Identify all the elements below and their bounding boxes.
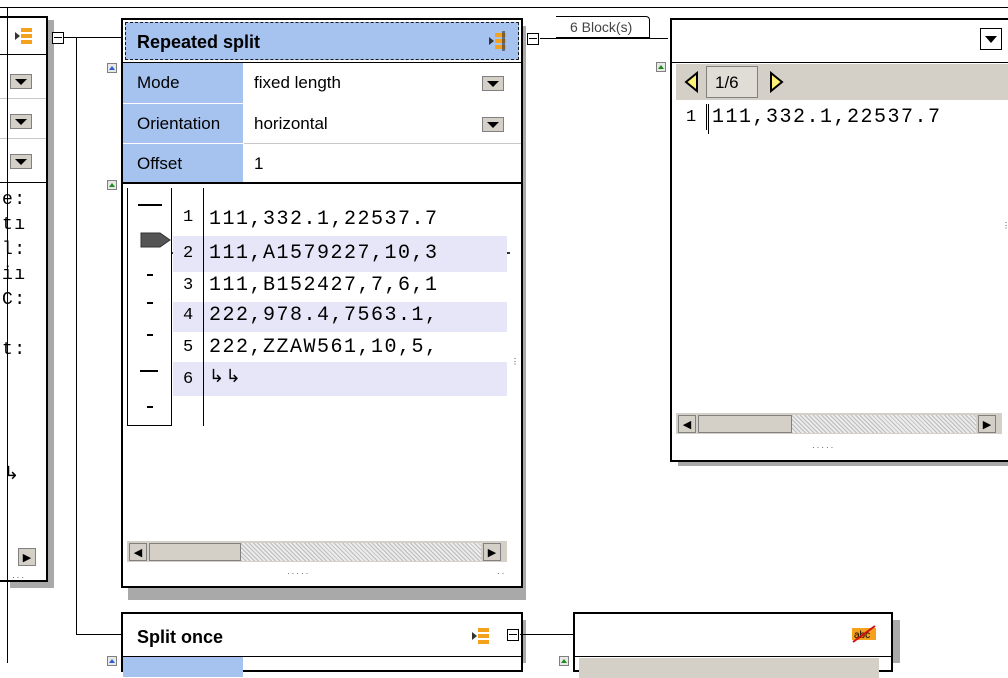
orientation-select[interactable]: horizontal xyxy=(244,104,521,143)
block-count-label: 6 Block(s) xyxy=(570,19,633,35)
split-icon[interactable] xyxy=(488,31,508,56)
scroll-thumb[interactable] xyxy=(698,415,792,433)
vertical-resize-dots[interactable]: ⋮ xyxy=(1002,222,1008,230)
resize-handle[interactable]: ··· xyxy=(12,574,26,582)
text-row: 3 111,B152427,7,6,1 xyxy=(173,272,507,300)
scroll-track[interactable] xyxy=(241,543,481,561)
mode-label: Mode xyxy=(137,73,180,92)
horizontal-scrollbar[interactable]: ◀ ▶ xyxy=(127,540,507,562)
split-icon[interactable] xyxy=(471,626,491,651)
output-nav-bar xyxy=(579,658,879,678)
line-number: 1 xyxy=(686,108,698,127)
offset-label: Offset xyxy=(137,154,183,173)
connector-line xyxy=(64,37,122,38)
block-text-row: 1 111,332.1,22537.7 xyxy=(676,104,1008,134)
text-row: 6 ↳↳ xyxy=(173,362,507,396)
left-dropdown-button-3[interactable] xyxy=(10,154,32,169)
no-text-icon[interactable]: abc xyxy=(851,624,877,644)
scroll-left-button[interactable]: ◀ xyxy=(129,543,147,561)
left-output-connector-icon[interactable] xyxy=(52,32,64,44)
orientation-value: horizontal xyxy=(254,114,328,133)
text-cursor xyxy=(708,104,709,134)
text-row: 4 222,978.4,7563.1, xyxy=(173,302,507,332)
left-dropdown-button-2[interactable] xyxy=(10,114,32,129)
scroll-left-button[interactable]: ◀ xyxy=(678,415,696,433)
mode-select[interactable]: fixed length xyxy=(244,63,521,103)
left-dropdown-button-1[interactable] xyxy=(10,74,32,89)
line-text: 111,332.1,22537.7 xyxy=(209,208,439,231)
block-view-node: 1/6 1 111,332.1,22537.7 ⋮ ◀ ▶ ····· xyxy=(670,18,1008,462)
text-preview-area: 1 111,332.1,22537.7 2 111,A1579227,10,3 … xyxy=(127,184,519,540)
connector-line xyxy=(520,634,574,635)
node-title: Repeated split xyxy=(137,32,261,52)
orientation-dropdown-button[interactable] xyxy=(482,117,504,132)
connector-line xyxy=(76,634,122,635)
repeated-split-title-bar[interactable]: Repeated split xyxy=(125,22,519,60)
line-number: 1 xyxy=(183,208,195,227)
left-scroll-right-button[interactable]: ▶ xyxy=(18,548,36,566)
node-title: Split once xyxy=(137,627,224,647)
gutter-divider xyxy=(706,104,707,130)
vertical-resize-dots[interactable]: ⋮ xyxy=(511,358,519,366)
previous-block-button[interactable] xyxy=(682,70,702,94)
line-text: 111,332.1,22537.7 xyxy=(712,106,942,129)
line-marker-gutter xyxy=(127,188,172,426)
horizontal-scrollbar[interactable]: ◀ ▶ xyxy=(676,412,1002,434)
line-number: 4 xyxy=(183,306,195,325)
text-row: 5 222,ZZAW561,10,5, xyxy=(173,332,507,362)
block-nav-bar: 1/6 xyxy=(676,64,1008,100)
offset-input[interactable]: 1 xyxy=(244,144,521,182)
mode-dropdown-button[interactable] xyxy=(482,76,504,91)
canvas-border-left xyxy=(7,7,8,663)
resize-handle[interactable]: ····· xyxy=(812,444,835,452)
connector-line xyxy=(540,38,668,39)
offset-label-cell: Offset xyxy=(123,144,243,182)
block-page-label: 1/6 xyxy=(715,73,739,92)
offset-value: 1 xyxy=(254,154,264,173)
scroll-right-button[interactable]: ▶ xyxy=(978,415,996,433)
split-once-label-cell xyxy=(123,657,243,677)
scroll-thumb[interactable] xyxy=(149,543,241,561)
repeated-split-node: Repeated split Mode fixed length Orienta… xyxy=(121,18,523,588)
collapse-preview-button[interactable] xyxy=(107,180,117,190)
block-page-indicator: 1/6 xyxy=(706,66,758,98)
split-once-node: Split once xyxy=(121,612,523,677)
connector-line xyxy=(76,37,77,635)
line-number: 5 xyxy=(183,338,195,357)
line-number: 3 xyxy=(183,276,195,295)
line-text: 111,B152427,7,6,1 xyxy=(209,274,439,297)
text-row: 1 111,332.1,22537.7 xyxy=(173,206,507,232)
line-text: 222,978.4,7563.1, xyxy=(209,304,439,327)
split-icon[interactable] xyxy=(14,26,34,51)
split-once-title-bar[interactable]: Split once xyxy=(125,616,519,654)
canvas-border-top xyxy=(0,7,1008,8)
block-view-dropdown[interactable] xyxy=(980,28,1002,50)
line-number: 2 xyxy=(183,244,195,263)
collapse-properties-button[interactable] xyxy=(107,63,117,73)
block-view-title-bar xyxy=(672,20,1008,62)
line-number: 6 xyxy=(183,370,195,389)
collapse-preview-button[interactable] xyxy=(559,656,569,666)
collapse-properties-button[interactable] xyxy=(107,656,117,666)
text-row: 2 111,A1579227,10,3 xyxy=(173,236,507,272)
output-connector-icon[interactable] xyxy=(507,629,519,641)
line-text: 111,A1579227,10,3 xyxy=(209,242,439,265)
next-block-button[interactable] xyxy=(766,70,786,94)
gutter-divider xyxy=(203,188,204,426)
line-text: 222,ZZAW561,10,5, xyxy=(209,336,439,359)
resize-handle[interactable]: ····· ·· xyxy=(127,564,517,584)
output-connector-icon[interactable] xyxy=(527,33,539,45)
scroll-right-button[interactable]: ▶ xyxy=(483,543,501,561)
end-of-data-icon: ↳↳ xyxy=(209,368,243,388)
mode-value: fixed length xyxy=(254,73,341,92)
collapse-preview-button[interactable] xyxy=(656,62,666,72)
orientation-label-cell: Orientation xyxy=(123,104,243,143)
output-node: abc xyxy=(573,612,893,678)
scroll-track[interactable] xyxy=(792,415,976,433)
mode-label-cell: Mode xyxy=(123,63,243,103)
split-marker-icon[interactable] xyxy=(140,230,172,255)
orientation-label: Orientation xyxy=(137,114,221,133)
